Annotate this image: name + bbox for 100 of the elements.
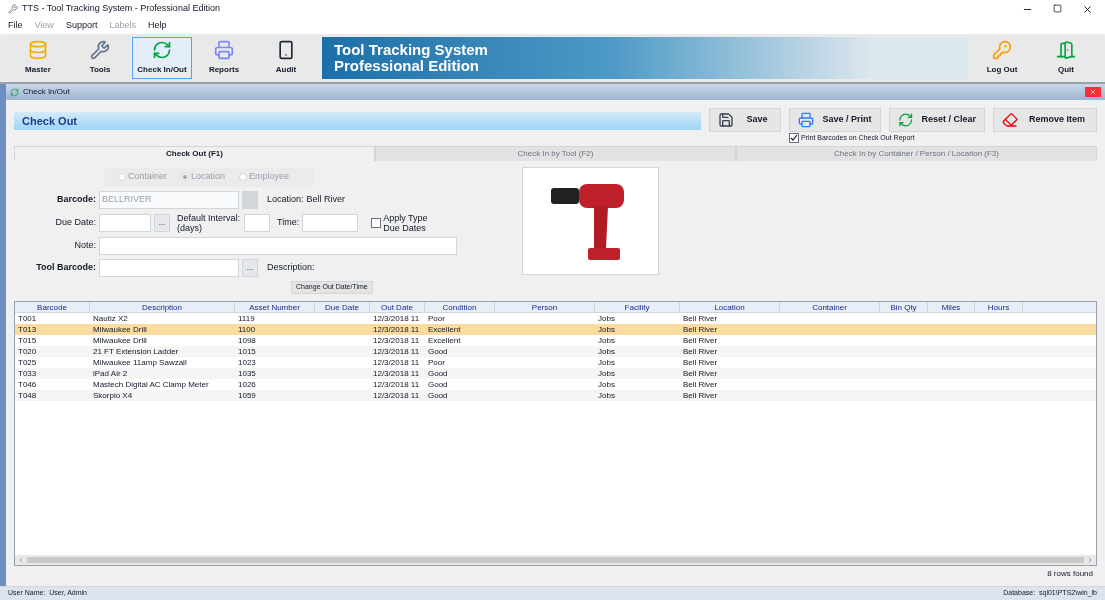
interval-field[interactable]: [244, 214, 270, 232]
table-cell: 12/3/2018 11: [373, 325, 420, 334]
column-header[interactable]: Due Date: [315, 302, 370, 312]
toolbar-button[interactable]: Reports: [194, 37, 254, 79]
table-cell: 1059: [238, 391, 256, 400]
tab[interactable]: Check In by Tool (F2): [375, 146, 736, 161]
column-header[interactable]: Asset Number: [235, 302, 315, 312]
column-header[interactable]: Miles: [928, 302, 975, 312]
table-cell: Skorpio X4: [93, 391, 133, 400]
tool-barcode-field[interactable]: [99, 259, 239, 277]
check-in-out-icon: [10, 87, 19, 97]
radio-label: Container: [128, 170, 168, 184]
maximize-icon[interactable]: [1053, 3, 1062, 13]
action-icon: [1002, 112, 1018, 128]
table-cell: 1100: [238, 325, 256, 334]
table-cell: 12/3/2018 11: [373, 314, 420, 323]
column-header[interactable]: Out Date: [370, 302, 425, 312]
checkbox[interactable]: [789, 133, 799, 144]
field-label: Note:: [73, 239, 96, 253]
table-cell: iPad Air 2: [93, 369, 128, 378]
horizontal-scrollbar[interactable]: [15, 555, 1096, 565]
table-cell: T048: [18, 391, 37, 400]
column-header[interactable]: Description: [90, 302, 235, 312]
table-cell: Jobs: [598, 391, 615, 400]
toolbar-button[interactable]: Log Out: [971, 37, 1033, 79]
date-picker-button[interactable]: ...: [154, 214, 170, 232]
table-cell: 12/3/2018 11: [373, 369, 420, 378]
table-cell: 21 FT Extension Ladder: [93, 347, 179, 356]
toolbar-icon: [1056, 40, 1076, 60]
table-cell: Milwaukee 11amp Sawzall: [93, 358, 187, 367]
action-button[interactable]: Save / Print: [789, 108, 881, 132]
scroll-left-icon[interactable]: [17, 556, 25, 564]
table-cell: Bell River: [683, 380, 718, 389]
table-cell: T015: [18, 336, 37, 345]
table-cell: Jobs: [598, 347, 615, 356]
due-date-field[interactable]: [99, 214, 151, 232]
action-button[interactable]: Reset / Clear: [889, 108, 985, 132]
banner-text: Tool Tracking System: [334, 42, 489, 58]
action-icon: [898, 112, 914, 128]
action-button[interactable]: Save: [709, 108, 781, 132]
toolbar-button[interactable]: Master: [8, 37, 68, 79]
action-button[interactable]: Remove Item: [993, 108, 1097, 132]
field-label: Default Interval: (days): [177, 213, 241, 233]
checkbox[interactable]: [371, 218, 382, 228]
column-header[interactable]: Condition: [425, 302, 495, 312]
menu-item[interactable]: File: [8, 19, 23, 33]
toolbar-button[interactable]: Tools: [70, 37, 130, 79]
radio-label: Location: [191, 170, 226, 184]
table-row[interactable]: T020 21 FT Extension Ladder 1015 12/3/2018 11 Good Jobs Bell River: [15, 346, 1096, 357]
column-header[interactable]: Person: [495, 302, 595, 312]
banner-text: Professional Edition: [334, 58, 480, 74]
toolbar-button[interactable]: Check In/Out: [132, 37, 192, 79]
column-header[interactable]: Hours: [975, 302, 1023, 312]
table-row[interactable]: T013 Milwaukee Drill 1100 12/3/2018 11 Excellent Jobs Bell River: [15, 324, 1096, 335]
table-cell: 12/3/2018 11: [373, 380, 420, 389]
close-icon[interactable]: [1082, 3, 1093, 15]
time-field[interactable]: [302, 214, 359, 232]
toolbar-button[interactable]: Quit: [1035, 37, 1097, 79]
column-header[interactable]: Facility: [595, 302, 680, 312]
table-cell: Bell River: [683, 347, 718, 356]
column-header[interactable]: Location: [680, 302, 780, 312]
table-cell: T046: [18, 380, 37, 389]
note-field[interactable]: [99, 237, 457, 255]
browse-button[interactable]: ...: [242, 259, 258, 277]
table-cell: Milwaukee Drill: [93, 336, 147, 345]
toolbar-button[interactable]: Audit: [256, 37, 316, 79]
table-cell: 12/3/2018 11: [373, 391, 420, 400]
action-icon: [718, 112, 734, 128]
table-cell: Jobs: [598, 369, 615, 378]
toolbar-icon: [992, 40, 1012, 60]
column-header[interactable]: Bin Qty: [880, 302, 928, 312]
checkbox-label: Apply Type Due Dates: [383, 213, 429, 233]
menu-item[interactable]: Help: [147, 19, 167, 33]
table-cell: Poor: [428, 358, 445, 367]
table-row[interactable]: T048 Skorpio X4 1059 12/3/2018 11 Good Jobs Bell River: [15, 390, 1096, 401]
table-cell: Bell River: [683, 314, 718, 323]
field-label: Description:: [267, 261, 315, 275]
table-cell: 1119: [238, 314, 255, 323]
radio-label: Employee: [249, 170, 290, 184]
table-cell: 12/3/2018 11: [373, 336, 420, 345]
tab[interactable]: Check In by Container / Person / Location (F3): [736, 146, 1097, 161]
table-row[interactable]: T033 iPad Air 2 1035 12/3/2018 11 Good Jobs Bell River: [15, 368, 1096, 379]
table-cell: 1035: [238, 369, 256, 378]
column-header[interactable]: Container: [780, 302, 880, 312]
table-cell: Good: [428, 369, 448, 378]
field-label: Time:: [277, 216, 300, 230]
table-cell: Bell River: [683, 369, 718, 378]
table-cell: T013: [18, 325, 37, 334]
scroll-right-icon[interactable]: [1086, 556, 1094, 564]
app-icon: [8, 4, 18, 14]
table-cell: 1026: [238, 380, 256, 389]
location-value: Bell River: [306, 193, 346, 207]
table-cell: 12/3/2018 11: [373, 347, 420, 356]
column-header[interactable]: Barcode: [15, 302, 90, 312]
table-cell: T033: [18, 369, 37, 378]
menu-item[interactable]: Support: [65, 19, 98, 33]
table-cell: Mastech Digital AC Clamp Meter: [93, 380, 209, 389]
table-cell: Jobs: [598, 325, 615, 334]
tab[interactable]: Check Out (F1): [14, 146, 375, 161]
table-cell: Excellent: [428, 336, 461, 345]
